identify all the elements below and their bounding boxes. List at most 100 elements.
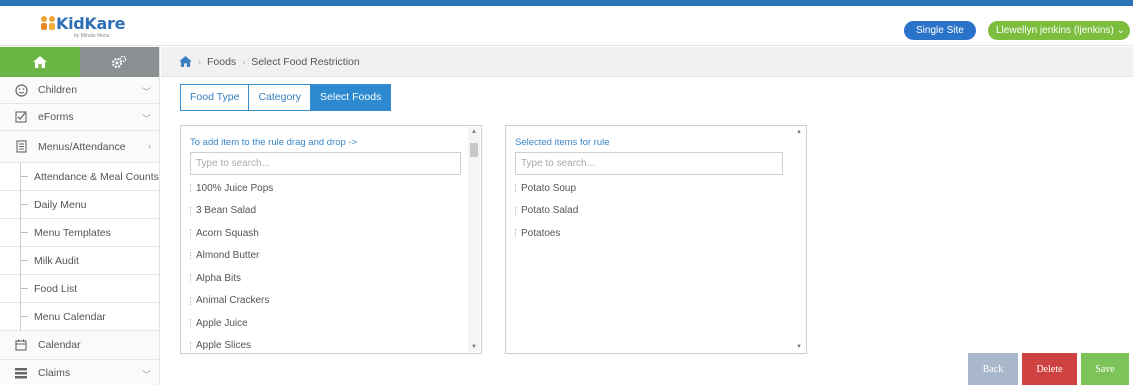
list-item[interactable]: Potato Salad	[515, 200, 578, 223]
list-item[interactable]: Apple Slices	[190, 335, 273, 358]
breadcrumb-separator: ›	[242, 56, 246, 67]
menus-attendance-submenu: Attendance & Meal Counts Daily Menu Menu…	[0, 163, 159, 331]
available-foods-scrollbar[interactable]: ▲ ▼	[468, 127, 480, 352]
sidebar-item-label: eForms	[38, 111, 74, 123]
list-item[interactable]: Apple Juice	[190, 312, 273, 335]
home-button[interactable]	[0, 47, 80, 77]
drag-handle-icon	[190, 274, 193, 283]
list-item[interactable]: Animal Crackers	[190, 290, 273, 313]
kidkare-logo[interactable]: KidKare by Minute Menu	[38, 14, 138, 44]
sidebar-item-label: Menus/Attendance	[38, 140, 126, 153]
list-item-label: Almond Butter	[196, 250, 260, 262]
sidebar-subitem-label: Daily Menu	[34, 198, 87, 211]
sidebar-item-children[interactable]: Children ﹀	[0, 77, 159, 104]
breadcrumb-foods[interactable]: Foods	[207, 56, 236, 68]
checkbox-icon	[14, 110, 28, 124]
user-menu-button[interactable]: Llewellyn jenkins (ljenkins) ⌄	[988, 21, 1130, 40]
sidebar-subitem-label: Menu Calendar	[34, 310, 106, 323]
chevron-down-icon: ﹀	[141, 114, 151, 124]
calendar-icon	[14, 338, 28, 352]
logo-text: KidKare	[56, 14, 126, 33]
list-item-label: Apple Slices	[196, 340, 252, 352]
sidebar-subitem-food-list[interactable]: Food List	[0, 275, 159, 303]
drag-handle-icon	[190, 184, 193, 193]
sidebar-subitem-label: Menu Templates	[34, 226, 111, 239]
sidebar-item-menus-attendance[interactable]: Menus/Attendance ›	[0, 131, 159, 163]
selected-foods-search-input[interactable]	[515, 152, 783, 175]
list-item[interactable]: 3 Bean Salad	[190, 200, 273, 223]
list-item-label: Potato Salad	[521, 205, 579, 217]
chevron-down-icon: ⌄	[1116, 25, 1125, 36]
scroll-down-icon[interactable]: ▼	[471, 344, 477, 350]
sidebar-subitem-menu-calendar[interactable]: Menu Calendar	[0, 303, 159, 331]
document-icon	[14, 140, 28, 154]
gear-icon	[112, 55, 127, 68]
selected-foods-scrollbar[interactable]: ▲ ▼	[793, 127, 805, 352]
sidebar-subitem-label: Attendance & Meal Counts	[34, 170, 159, 183]
smiley-icon	[14, 83, 28, 97]
scroll-up-icon[interactable]: ▲	[796, 129, 802, 135]
sidebar-subitem-attendance-meal-counts[interactable]: Attendance & Meal Counts	[0, 163, 159, 191]
sidebar-item-eforms[interactable]: eForms ﹀	[0, 104, 159, 131]
list-item-label: 3 Bean Salad	[196, 205, 257, 217]
list-item-label: 100% Juice Pops	[196, 182, 274, 194]
tab-bar: Food Type Category Select Foods	[180, 84, 392, 111]
logo-subtitle: by Minute Menu	[74, 33, 110, 39]
save-button[interactable]: Save	[1081, 353, 1129, 385]
selected-foods-title: Selected items for rule	[515, 137, 610, 148]
list-item-label: Animal Crackers	[196, 295, 270, 307]
list-item[interactable]: Almond Butter	[190, 245, 273, 268]
single-site-button[interactable]: Single Site	[904, 21, 976, 40]
drag-handle-icon	[515, 229, 518, 238]
drag-handle-icon	[190, 319, 193, 328]
back-button[interactable]: Back	[968, 353, 1018, 385]
user-menu-label: Llewellyn jenkins (ljenkins)	[996, 25, 1114, 36]
drag-handle-icon	[190, 206, 193, 215]
drag-handle-icon	[515, 206, 518, 215]
sidebar-subitem-label: Food List	[34, 282, 78, 295]
list-item-label: Potato Soup	[521, 182, 577, 194]
list-item[interactable]: 100% Juice Pops	[190, 177, 273, 200]
breadcrumb: › Foods › Select Food Restriction	[161, 47, 1133, 77]
chevron-down-icon: ﹀	[141, 370, 151, 380]
sidebar: Children ﹀ eForms ﹀ Menus/Attendance › A…	[0, 47, 160, 385]
selected-foods-panel: Selected items for rule Potato Soup Pota…	[505, 125, 807, 354]
header: KidKare by Minute Menu Single Site Llewe…	[0, 6, 1133, 46]
drag-handle-icon	[190, 229, 193, 238]
chevron-down-icon: ﹀	[141, 87, 151, 97]
sidebar-item-claims[interactable]: Claims ﹀	[0, 360, 159, 385]
sidebar-item-calendar[interactable]: Calendar	[0, 331, 159, 360]
settings-button[interactable]	[79, 47, 159, 77]
sidebar-top-buttons	[0, 47, 159, 77]
sidebar-subitem-menu-templates[interactable]: Menu Templates	[0, 219, 159, 247]
scrollbar-thumb[interactable]	[470, 143, 478, 157]
list-item[interactable]: Potatoes	[515, 222, 578, 245]
list-item[interactable]: Acorn Squash	[190, 222, 273, 245]
list-item[interactable]: Potato Soup	[515, 177, 578, 200]
home-icon	[32, 56, 47, 68]
scroll-down-icon[interactable]: ▼	[796, 344, 802, 350]
drag-handle-icon	[190, 341, 193, 350]
available-foods-list: 100% Juice Pops 3 Bean Salad Acorn Squas…	[190, 177, 273, 357]
list-item-label: Apple Juice	[196, 317, 248, 329]
scroll-up-icon[interactable]: ▲	[471, 129, 477, 135]
list-item-label: Alpha Bits	[196, 272, 242, 284]
chevron-right-icon: ›	[148, 141, 151, 151]
breadcrumb-current: Select Food Restriction	[251, 55, 360, 68]
sidebar-subitem-daily-menu[interactable]: Daily Menu	[0, 191, 159, 219]
tab-select-foods[interactable]: Select Foods	[310, 84, 392, 111]
delete-button[interactable]: Delete	[1022, 353, 1077, 385]
kids-logo-icon	[41, 16, 55, 30]
selected-foods-list: Potato Soup Potato Salad Potatoes	[515, 177, 578, 245]
list-icon	[14, 366, 28, 380]
available-foods-search-input[interactable]	[190, 152, 461, 175]
available-foods-panel: To add item to the rule drag and drop ->…	[180, 125, 482, 354]
list-item-label: Acorn Squash	[196, 227, 259, 239]
sidebar-item-label: Children	[38, 84, 78, 96]
tab-food-type[interactable]: Food Type	[180, 84, 250, 111]
home-icon[interactable]	[179, 56, 192, 67]
sidebar-subitem-milk-audit[interactable]: Milk Audit	[0, 247, 159, 275]
tab-category[interactable]: Category	[248, 84, 312, 111]
list-item[interactable]: Alpha Bits	[190, 267, 273, 290]
sidebar-item-label: Claims	[38, 367, 71, 379]
